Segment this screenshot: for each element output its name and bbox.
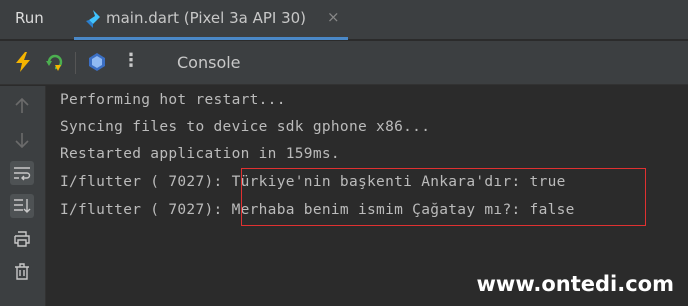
dart-file-icon bbox=[86, 10, 100, 28]
run-config-tab[interactable]: main.dart (Pixel 3a API 30) × bbox=[74, 0, 348, 40]
soft-wrap-icon[interactable] bbox=[10, 161, 34, 185]
console-line: Restarted application in 159ms. bbox=[60, 146, 340, 162]
arrow-down-icon[interactable] bbox=[10, 128, 34, 152]
run-title: Run bbox=[15, 9, 44, 27]
watermark: www.ontedi.com bbox=[476, 272, 674, 296]
toolbar-separator bbox=[75, 52, 76, 74]
trash-icon[interactable] bbox=[10, 259, 34, 283]
console-sidebar bbox=[0, 86, 46, 306]
console-line: Syncing files to device sdk gphone x86..… bbox=[60, 119, 431, 135]
hot-restart-icon[interactable] bbox=[44, 51, 66, 73]
run-toolbar: ⋮ Console bbox=[0, 41, 688, 85]
print-icon[interactable] bbox=[10, 227, 34, 251]
lightning-icon[interactable] bbox=[12, 51, 34, 73]
tab-label: main.dart (Pixel 3a API 30) bbox=[106, 9, 307, 27]
close-icon[interactable]: × bbox=[327, 8, 340, 26]
arrow-up-icon[interactable] bbox=[10, 94, 34, 118]
tab-console[interactable]: Console bbox=[177, 53, 241, 72]
highlight-annotation bbox=[241, 168, 646, 226]
run-panel-header: Run main.dart (Pixel 3a API 30) × bbox=[0, 0, 688, 40]
scroll-to-end-icon[interactable] bbox=[10, 194, 34, 218]
dart-devtools-icon[interactable] bbox=[86, 51, 108, 73]
more-options-icon[interactable]: ⋮ bbox=[122, 50, 140, 71]
console-line: Performing hot restart... bbox=[60, 92, 286, 108]
